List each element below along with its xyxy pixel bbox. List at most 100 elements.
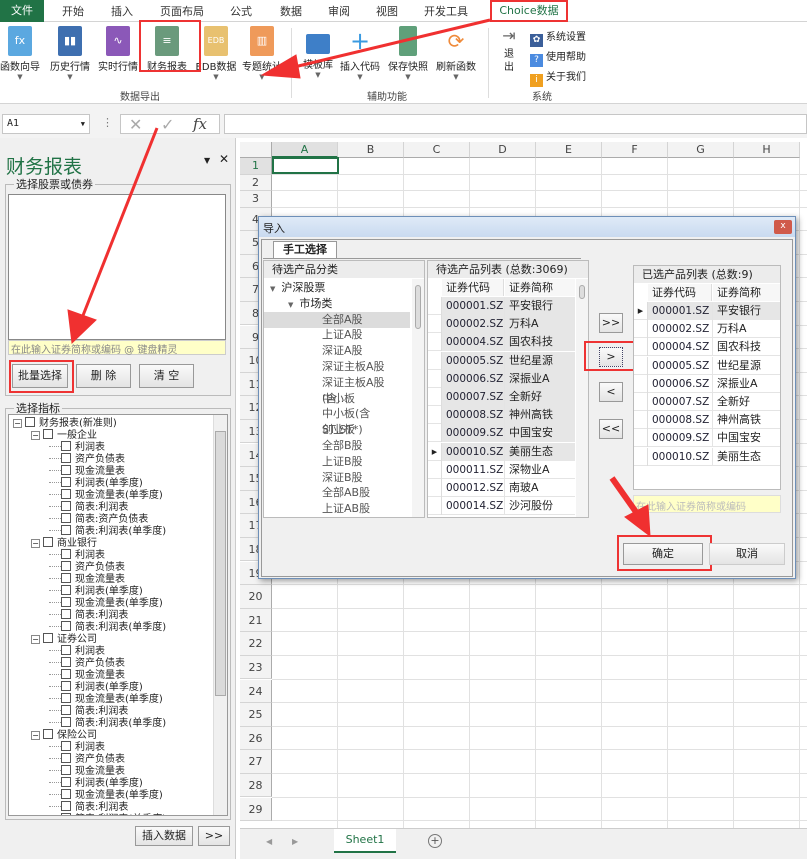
category-item[interactable]: 中小板: [264, 391, 410, 407]
column-header-code[interactable]: 证券代码: [648, 284, 712, 301]
tab-choice-data[interactable]: Choice数据: [490, 0, 568, 22]
checkbox[interactable]: [61, 501, 71, 511]
history-quotes-button[interactable]: ▮▮ 历史行情 ▼: [44, 26, 96, 81]
indicator-tree[interactable]: − 财务报表(新准则) − 一般企业 利润表 资产负债表 现金流量表 利润表(单季度) 现金流量…: [8, 414, 228, 816]
category-item[interactable]: 深证主板A股(含...: [264, 375, 410, 405]
dialog-close-button[interactable]: x: [774, 220, 792, 234]
checkbox[interactable]: [43, 429, 53, 439]
category-item[interactable]: 上证B股: [264, 454, 410, 470]
table-row[interactable]: 000005.SZ 世纪星源: [634, 356, 780, 375]
checkbox[interactable]: [61, 489, 71, 499]
system-settings-button[interactable]: ✿ 系统设置: [530, 28, 586, 47]
next-sheet-icon[interactable]: ▶: [292, 837, 298, 846]
checkbox[interactable]: [61, 777, 71, 787]
row-header[interactable]: 27: [240, 750, 272, 774]
tab-formulas[interactable]: 公式: [230, 3, 252, 19]
collapse-icon[interactable]: −: [13, 419, 22, 428]
function-wizard-button[interactable]: fx 函数向导 ▼: [0, 26, 46, 81]
table-row[interactable]: ▶ 000010.SZ 美丽生态: [428, 442, 575, 461]
delete-button[interactable]: 删 除: [76, 364, 131, 388]
table-row[interactable]: 000010.SZ 美丽生态: [634, 447, 780, 466]
column-header-code[interactable]: 证券代码: [442, 279, 504, 296]
checkbox[interactable]: [61, 609, 71, 619]
about-button[interactable]: i 关于我们: [530, 68, 586, 87]
batch-select-button[interactable]: 批量选择: [12, 364, 68, 388]
column-header[interactable]: B: [338, 142, 404, 158]
tab-data[interactable]: 数据: [280, 3, 302, 19]
checkbox[interactable]: [61, 801, 71, 811]
tab-manual-select[interactable]: 手工选择: [273, 241, 337, 258]
checkbox[interactable]: [61, 549, 71, 559]
tab-page-layout[interactable]: 页面布局: [160, 3, 204, 19]
checkbox[interactable]: [61, 669, 71, 679]
checkbox[interactable]: [61, 705, 71, 715]
chevron-down-icon[interactable]: ▼: [81, 120, 85, 128]
table-row[interactable]: 000002.SZ 万科A: [428, 315, 575, 334]
checkbox[interactable]: [61, 717, 71, 727]
row-header[interactable]: 20: [240, 585, 272, 609]
expand-button[interactable]: >>: [198, 826, 230, 846]
pane-menu-icon[interactable]: ▼: [204, 156, 210, 165]
category-item[interactable]: 全部B股: [264, 438, 410, 454]
sheet-tab-sheet1[interactable]: Sheet1: [334, 829, 396, 853]
category-item[interactable]: 全部A股: [264, 311, 410, 328]
column-header[interactable]: C: [404, 142, 470, 158]
candidate-scrollbar[interactable]: [576, 279, 588, 517]
table-row[interactable]: 000001.SZ 平安银行: [428, 297, 575, 315]
table-row[interactable]: 000014.SZ 沙河股份: [428, 497, 575, 516]
row-header[interactable]: 1: [240, 158, 272, 175]
check-icon[interactable]: ✓: [161, 115, 174, 134]
tab-home[interactable]: 开始: [62, 3, 84, 19]
row-header[interactable]: 24: [240, 679, 272, 704]
category-scrollbar[interactable]: [412, 279, 424, 517]
selected-list[interactable]: 已选产品列表 (总数:9) 证券代码 证券简称 ▶ 000001.SZ 平安银行 00…: [633, 265, 781, 490]
financial-statements-button[interactable]: ≡ 财务报表: [141, 26, 193, 73]
clear-button[interactable]: 清 空: [139, 364, 194, 388]
row-header[interactable]: 2: [240, 174, 272, 191]
checkbox[interactable]: [61, 561, 71, 571]
column-header[interactable]: E: [536, 142, 602, 158]
active-cell[interactable]: [272, 157, 339, 174]
category-item[interactable]: 全部AB股: [264, 485, 410, 501]
checkbox[interactable]: [61, 765, 71, 775]
checkbox[interactable]: [61, 525, 71, 535]
tab-file[interactable]: 文件: [0, 0, 44, 22]
table-row[interactable]: 000006.SZ 深振业A: [634, 374, 780, 393]
table-row[interactable]: 000002.SZ 万科A: [634, 320, 780, 339]
scrollbar-thumb[interactable]: [415, 285, 421, 329]
remove-all-button[interactable]: <<: [599, 419, 623, 439]
category-item[interactable]: 中小板(含ST,ST*): [264, 406, 410, 436]
row-header[interactable]: 23: [240, 655, 272, 680]
selected-stocks-list[interactable]: [8, 194, 226, 340]
checkbox[interactable]: [61, 645, 71, 655]
row-header[interactable]: 28: [240, 773, 272, 798]
row-header[interactable]: 3: [240, 191, 272, 208]
select-all-corner[interactable]: [240, 142, 272, 158]
column-header[interactable]: H: [734, 142, 800, 158]
cancel-icon[interactable]: ✕: [129, 115, 142, 134]
category-item[interactable]: 深证主板A股: [264, 359, 410, 375]
row-header[interactable]: 26: [240, 726, 272, 751]
checkbox[interactable]: [61, 465, 71, 475]
insert-code-button[interactable]: + 插入代码 ▼: [334, 26, 386, 81]
checkbox[interactable]: [61, 597, 71, 607]
help-button[interactable]: ? 使用帮助: [530, 48, 586, 67]
checkbox[interactable]: [61, 513, 71, 523]
exit-button[interactable]: ⇥ 退出: [496, 26, 522, 74]
checkbox[interactable]: [43, 729, 53, 739]
scrollbar-thumb[interactable]: [215, 431, 226, 696]
checkbox[interactable]: [25, 417, 35, 427]
category-item[interactable]: 深证A股: [264, 343, 410, 359]
category-item[interactable]: 创业板: [264, 422, 410, 438]
column-header[interactable]: F: [602, 142, 668, 158]
checkbox[interactable]: [61, 477, 71, 487]
table-row[interactable]: 000012.SZ 南玻A: [428, 479, 575, 497]
table-row[interactable]: 000006.SZ 深振业A: [428, 369, 575, 388]
column-header[interactable]: G: [668, 142, 734, 158]
save-snapshot-button[interactable]: 保存快照 ▼: [382, 26, 434, 81]
checkbox[interactable]: [61, 441, 71, 451]
column-header[interactable]: A: [272, 142, 338, 158]
table-row[interactable]: 000007.SZ 全新好: [428, 388, 575, 406]
table-row[interactable]: ▶ 000001.SZ 平安银行: [634, 302, 780, 320]
checkbox[interactable]: [61, 585, 71, 595]
